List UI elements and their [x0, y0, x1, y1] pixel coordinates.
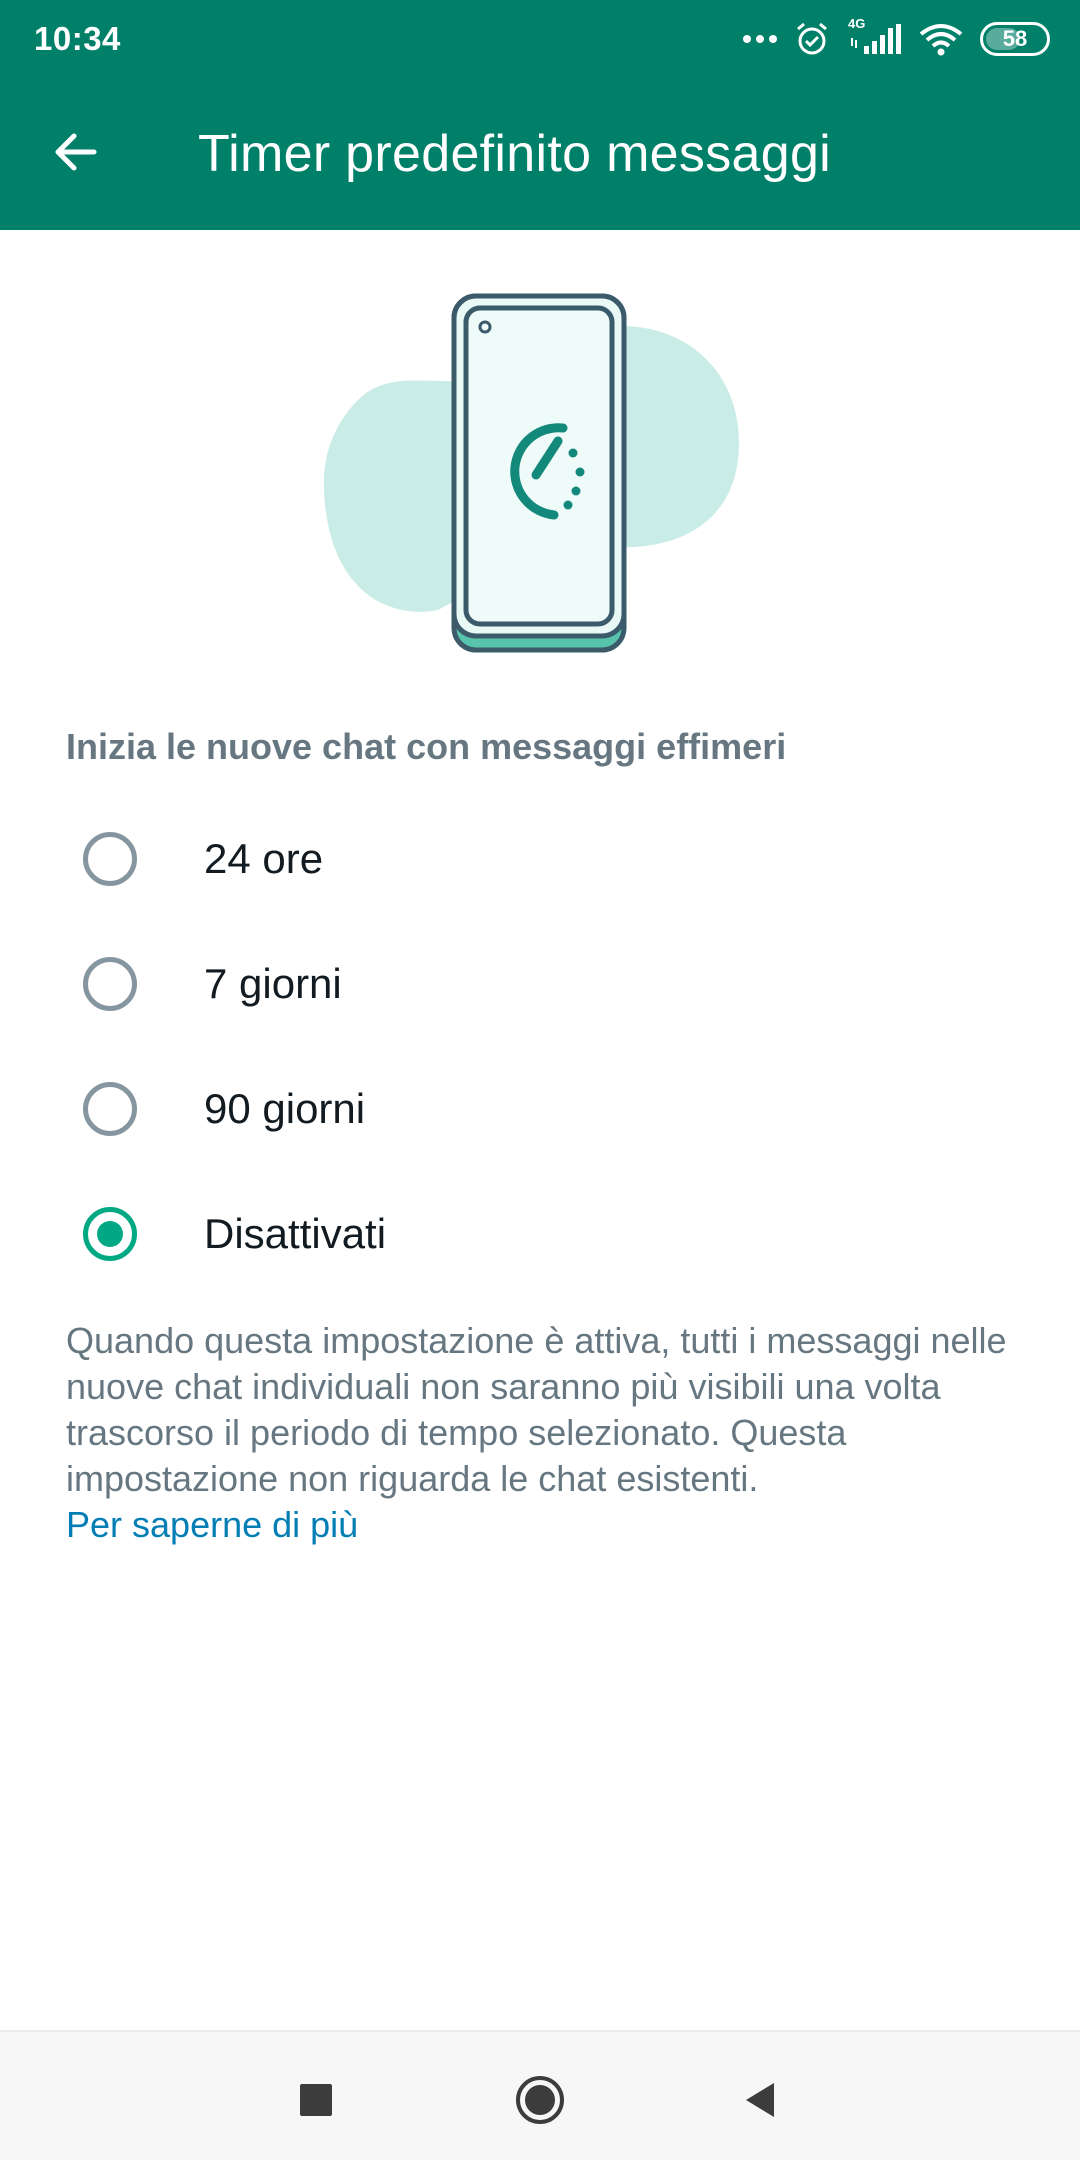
system-nav-bar — [0, 2030, 1080, 2160]
home-button[interactable] — [500, 2062, 580, 2142]
status-icons: 4G 58 — [742, 16, 1050, 60]
wifi-icon — [918, 22, 964, 56]
option-24-ore[interactable]: 24 ore — [0, 796, 1080, 921]
learn-more-link[interactable]: Per saperne di più — [66, 1502, 1026, 1548]
radio-button-selected[interactable] — [83, 1206, 137, 1261]
timer-phone-illustration — [318, 290, 748, 670]
description: Quando questa impostazione è attiva, tut… — [66, 1318, 1026, 1548]
app-bar: Timer predefinito messaggi — [0, 78, 1080, 230]
section-header: Inizia le nuove chat con messaggi effime… — [66, 726, 787, 767]
option-label: Disattivati — [204, 1209, 387, 1257]
square-icon — [298, 2082, 334, 2123]
recents-button[interactable] — [276, 2062, 356, 2142]
alarm-icon — [794, 21, 830, 57]
option-7-giorni[interactable]: 7 giorni — [0, 921, 1080, 1046]
option-label: 90 giorni — [204, 1084, 366, 1132]
page-title: Timer predefinito messaggi — [198, 125, 832, 183]
battery-level: 58 — [1002, 26, 1028, 51]
network-type: 4G — [848, 16, 866, 31]
status-time: 10:34 — [34, 20, 121, 57]
radio-button[interactable] — [83, 1081, 137, 1136]
status-bar: 10:34 4G 58 — [0, 0, 1080, 78]
more-dots-icon — [742, 33, 778, 45]
description-text: Quando questa impostazione è attiva, tut… — [66, 1320, 1007, 1499]
radio-button[interactable] — [83, 956, 137, 1011]
option-90-giorni[interactable]: 90 giorni — [0, 1046, 1080, 1171]
back-button[interactable] — [36, 114, 116, 194]
system-back-button[interactable] — [720, 2062, 800, 2142]
option-label: 7 giorni — [204, 959, 342, 1007]
arrow-left-icon — [52, 128, 100, 181]
triangle-back-icon — [740, 2080, 780, 2125]
battery-icon: 58 — [980, 22, 1050, 56]
option-label: 24 ore — [204, 834, 324, 882]
signal-icon: 4G — [846, 16, 902, 56]
radio-button[interactable] — [83, 831, 137, 886]
option-disattivati[interactable]: Disattivati — [0, 1171, 1080, 1296]
circle-home-icon — [514, 2074, 566, 2131]
